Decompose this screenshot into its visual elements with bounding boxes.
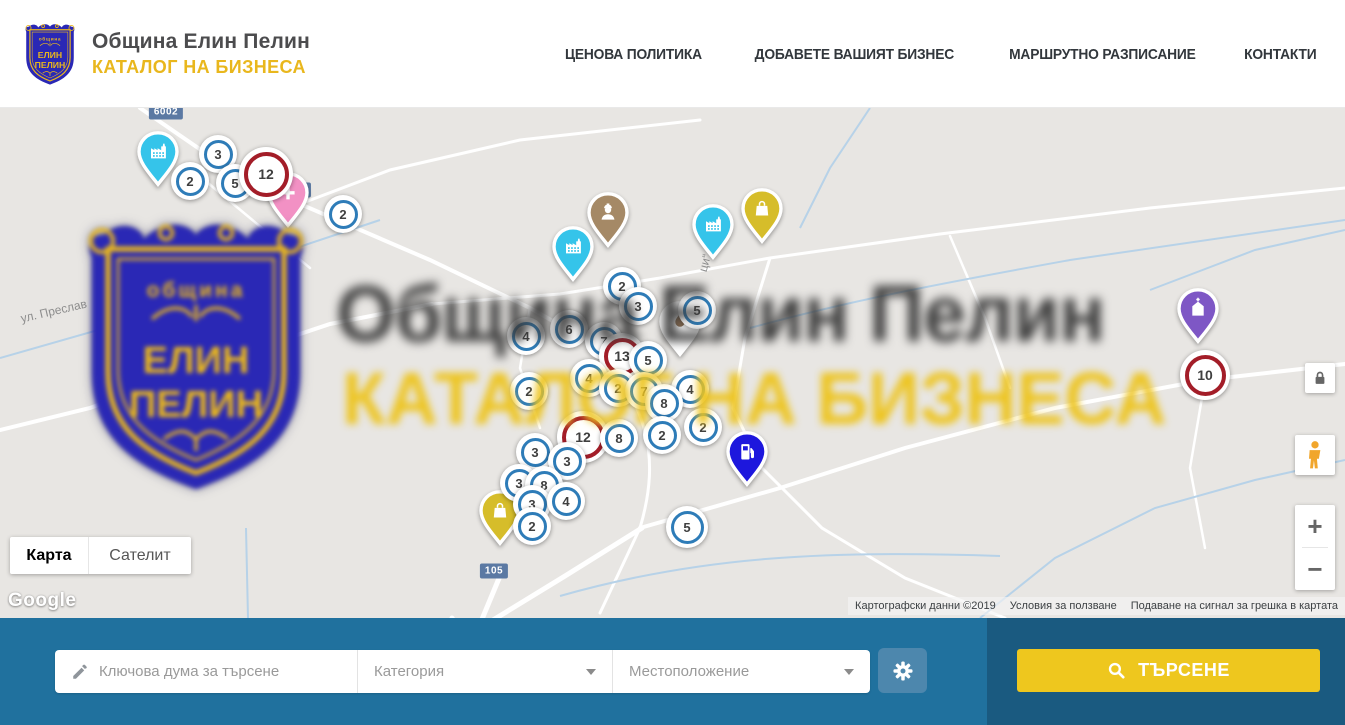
map-cluster[interactable]: 2: [684, 408, 722, 446]
map-pin-bag[interactable]: [740, 187, 784, 250]
road-badge: 105: [480, 564, 508, 579]
main-nav: ЦЕНОВА ПОЛИТИКА ДОБАВЕТЕ ВАШИЯТ БИЗНЕС МАР…: [559, 0, 1320, 108]
map-type-satellite-button[interactable]: Сателит: [88, 537, 191, 574]
road-badge: 6002: [149, 108, 183, 120]
map-cluster[interactable]: 4: [547, 482, 585, 520]
map-cluster[interactable]: 6: [550, 310, 588, 348]
zoom-in-button[interactable]: +: [1295, 505, 1335, 547]
nav-item-2[interactable]: МАРШРУТНО РАЗПИСАНИЕ: [1009, 46, 1196, 63]
category-placeholder: Категория: [374, 663, 444, 680]
map-pin-fuel[interactable]: [725, 430, 769, 493]
lock-control-button[interactable]: [1305, 363, 1335, 393]
map-cluster[interactable]: 2: [324, 195, 362, 233]
map-cluster[interactable]: 2: [510, 372, 548, 410]
search-submit-button[interactable]: ТЪРСЕНЕ: [1017, 649, 1320, 692]
street-view-pegman-button[interactable]: [1295, 435, 1335, 475]
zoom-out-button[interactable]: −: [1295, 548, 1335, 590]
map-cluster[interactable]: 8: [600, 419, 638, 457]
map-type-map-button[interactable]: Карта: [10, 537, 88, 574]
logo-subtitle: КАТАЛОГ НА БИЗНЕСА: [92, 57, 310, 78]
keyword-input[interactable]: [99, 663, 341, 680]
map-canvas[interactable]: ул. Преславбул. „Новоселци“ 60028105: [0, 108, 1345, 618]
location-placeholder: Местоположение: [629, 663, 749, 680]
municipality-crest-icon: община ЕЛИН ПЕЛИН: [22, 22, 78, 86]
map-cluster[interactable]: 3: [619, 287, 657, 325]
header: община ЕЛИН ПЕЛИН Община Елин Пелин КАТА…: [0, 0, 1345, 108]
map-cluster[interactable]: 4: [507, 317, 545, 355]
map-cluster[interactable]: 5: [666, 506, 708, 548]
map-pin-factory[interactable]: [691, 203, 735, 266]
search-bar: Категория Местоположение ТЪРСЕНЕ: [0, 618, 1345, 725]
map-pin-factory[interactable]: [551, 225, 595, 288]
map-attribution: Картографски данни ©2019 Условия за полз…: [848, 597, 1345, 615]
padlock-icon: [1309, 367, 1331, 389]
map-pin-church[interactable]: [1176, 287, 1220, 350]
logo-title: Община Елин Пелин: [92, 30, 310, 54]
advanced-settings-button[interactable]: [878, 648, 927, 693]
nav-item-1[interactable]: ДОБАВЕТЕ ВАШИЯТ БИЗНЕС: [755, 46, 954, 63]
svg-text:ЕЛИН: ЕЛИН: [38, 50, 62, 60]
chevron-down-icon: [586, 669, 596, 675]
search-submit-label: ТЪРСЕНЕ: [1138, 660, 1230, 681]
category-select[interactable]: Категория: [357, 650, 612, 693]
map-cluster[interactable]: 12: [239, 147, 293, 201]
search-fields: Категория Местоположение: [55, 650, 870, 693]
svg-text:ПЕЛИН: ПЕЛИН: [35, 60, 66, 70]
location-select[interactable]: Местоположение: [612, 650, 870, 693]
attribution-report-link[interactable]: Подаване на сигнал за грешка в картата: [1124, 597, 1345, 615]
zoom-control: + −: [1295, 505, 1335, 590]
search-icon: [1107, 661, 1126, 680]
map-cluster[interactable]: 10: [1180, 350, 1230, 400]
map-cluster[interactable]: 2: [643, 416, 681, 454]
map-cluster[interactable]: 2: [513, 507, 551, 545]
map-cluster[interactable]: 2: [171, 162, 209, 200]
attribution-terms-link[interactable]: Условия за ползване: [1003, 597, 1124, 615]
pencil-icon: [71, 662, 89, 682]
chevron-down-icon: [844, 669, 854, 675]
pegman-icon: [1302, 440, 1328, 470]
map-type-control: Карта Сателит: [10, 537, 191, 574]
nav-item-0[interactable]: ЦЕНОВА ПОЛИТИКА: [565, 46, 702, 63]
gear-icon: [890, 658, 916, 684]
map-cluster[interactable]: 5: [678, 291, 716, 329]
nav-item-3[interactable]: КОНТАКТИ: [1245, 46, 1317, 63]
attribution-copyright: Картографски данни ©2019: [848, 597, 1003, 615]
logo[interactable]: община ЕЛИН ПЕЛИН Община Елин Пелин КАТА…: [22, 22, 310, 86]
keyword-field[interactable]: [55, 650, 357, 693]
google-logo[interactable]: Google: [8, 590, 76, 612]
